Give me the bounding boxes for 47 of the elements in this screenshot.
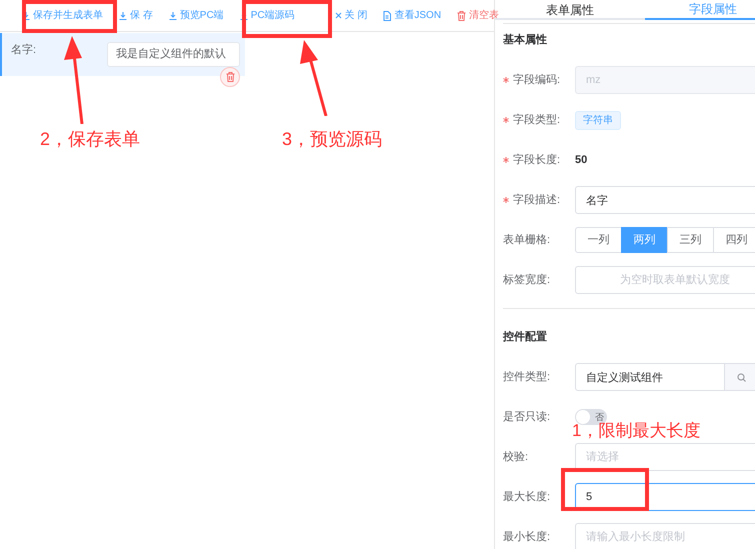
field-label: 表单栅格: [503, 232, 550, 248]
section-title: 基本属性 [503, 32, 547, 48]
trash-icon [226, 72, 234, 82]
input-field[interactable]: 5 [575, 483, 755, 511]
toolbar-button[interactable]: 关 闭 [334, 8, 368, 23]
annotation-text: 2，保存表单 [40, 128, 140, 151]
toolbar-button[interactable]: 保存并生成表单 [22, 8, 103, 23]
control-type-field[interactable]: 自定义测试组件 [575, 363, 725, 391]
field-label: 最大长度: [503, 490, 550, 505]
input-field[interactable]: 我是自定义组件的默认 [107, 42, 240, 67]
trash-icon [457, 10, 466, 20]
field-label: 字段类型: [513, 112, 560, 128]
toolbar-button[interactable]: 清空表 [457, 8, 500, 23]
download-icon [119, 12, 127, 20]
toolbar-button[interactable]: 查看JSON [383, 8, 442, 23]
toolbar-button[interactable]: PC端源码 [240, 8, 295, 23]
search-button[interactable] [725, 363, 755, 391]
close-icon [334, 12, 342, 19]
field-label: 字段长度: [513, 152, 560, 168]
form-item[interactable]: 名字: 我是自定义组件的默认 [0, 33, 245, 76]
grid-option[interactable]: 一列 [575, 227, 622, 253]
toolbar-button[interactable]: 保 存 [119, 8, 153, 23]
panel-tab[interactable]: 字段属性 [645, 0, 755, 20]
input-field[interactable]: 请选择 [575, 443, 755, 471]
field-label: 字段编码: [513, 72, 560, 88]
field-label: 校验: [503, 450, 528, 465]
input-field[interactable]: 为空时取表单默认宽度 [575, 266, 755, 294]
input-field[interactable]: 请输入最小长度限制 [575, 523, 755, 549]
field-label: 名字: [11, 42, 38, 58]
field-label: 是否只读: [503, 410, 550, 425]
delete-button[interactable] [220, 67, 240, 87]
field-label: 控件类型: [503, 370, 550, 385]
section-title: 控件配置 [503, 330, 547, 345]
grid-option[interactable]: 两列 [621, 227, 668, 253]
field-label: 最小长度: [503, 530, 550, 545]
document-icon [383, 10, 392, 20]
toolbar-button[interactable]: 预览PC端 [168, 8, 224, 23]
field-label: 标签宽度: [503, 272, 550, 288]
grid-option[interactable]: 四列 [713, 227, 755, 253]
type-tag: 字符串 [575, 110, 621, 130]
grid-option[interactable]: 三列 [667, 227, 714, 253]
field-label: 字段描述: [513, 192, 560, 208]
input-field[interactable]: 名字 [575, 186, 755, 214]
search-icon [737, 372, 746, 382]
annotation-text: 3，预览源码 [282, 128, 382, 151]
field-value: 50 [575, 152, 588, 168]
download-icon [168, 12, 177, 20]
